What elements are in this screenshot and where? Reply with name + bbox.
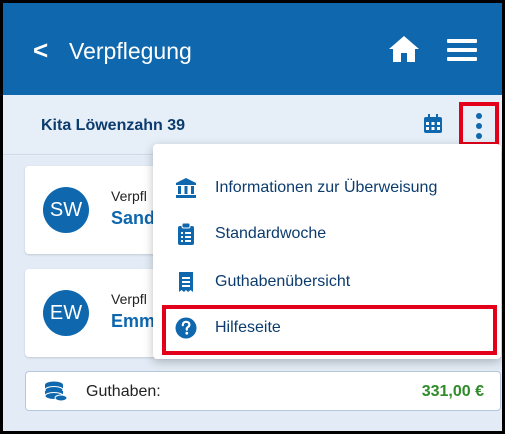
page-title: Verpflegung [69,38,192,64]
avatar: EW [43,290,89,336]
receipt-icon [175,271,197,293]
menu-item-standard-week[interactable]: Standardwoche [153,211,501,257]
child-meta: Verpfl [111,188,147,204]
back-button[interactable]: < [33,37,48,63]
child-meta: Verpfl [111,291,147,307]
coins-icon [44,381,68,403]
avatar: SW [43,187,89,233]
more-options-button[interactable] [459,102,499,146]
balance-value: 331,00 € [421,383,484,400]
app-header: < Verpflegung [3,3,502,95]
clipboard-list-icon [175,222,197,245]
highlight-box [162,305,497,355]
child-name: Sand [111,208,156,228]
menu-item-balance-overview[interactable]: Guthabenübersicht [153,259,501,305]
balance-label: Guthaben: [86,383,161,400]
home-icon[interactable] [387,34,421,64]
kita-name: Kita Löwenzahn 39 [41,117,186,134]
hamburger-menu-icon[interactable] [447,39,477,61]
child-name: Emm [111,311,156,331]
menu-item-label: Guthabenübersicht [215,273,351,290]
calendar-icon[interactable] [423,114,443,134]
kebab-menu-icon [476,113,482,139]
menu-item-label: Standardwoche [215,225,327,242]
app-frame: < Verpflegung Kita Löwenzahn 39 SW Verpf… [0,0,505,434]
menu-item-transfer-info[interactable]: Informationen zur Überweisung [153,165,501,211]
balance-bar[interactable]: Guthaben: 331,00 € [25,371,501,411]
menu-item-label: Informationen zur Überweisung [215,179,438,196]
bank-icon [175,177,197,199]
